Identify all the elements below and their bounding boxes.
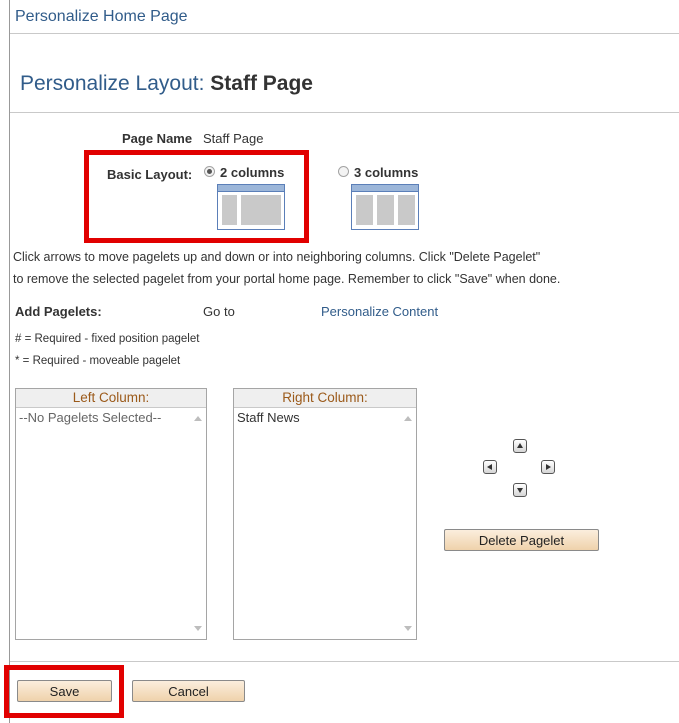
instructions-line-1: Click arrows to move pagelets up and dow… <box>13 250 541 264</box>
instructions-line-2: to remove the selected pagelet from your… <box>13 272 561 286</box>
left-column-listbox[interactable]: Left Column: --No Pagelets Selected-- <box>15 388 207 640</box>
scroll-up-icon[interactable] <box>404 416 412 421</box>
page-title-name: Staff Page <box>210 72 313 95</box>
right-column-listbox[interactable]: Right Column: Staff News <box>233 388 417 640</box>
three-columns-label[interactable]: 3 columns <box>354 165 418 180</box>
three-column-layout-icon[interactable] <box>351 184 419 230</box>
cancel-button[interactable]: Cancel <box>132 680 245 702</box>
right-column-scrollbar[interactable] <box>400 408 416 639</box>
delete-pagelet-button[interactable]: Delete Pagelet <box>444 529 599 551</box>
goto-label: Go to <box>203 304 235 319</box>
list-item[interactable]: Staff News <box>237 410 300 425</box>
title-bar: Personalize Home Page <box>10 0 679 34</box>
page-name-value: Staff Page <box>203 131 264 146</box>
add-pagelets-label: Add Pagelets: <box>15 304 102 319</box>
legend-fixed: # = Required - fixed position pagelet <box>15 333 200 345</box>
page-title: Personalize Layout: Staff Page <box>20 72 313 95</box>
page-name-label: Page Name <box>122 131 193 146</box>
legend-moveable: * = Required - moveable pagelet <box>15 355 181 367</box>
left-column-header: Left Column: <box>16 389 206 407</box>
header-title: Personalize Home Page <box>15 8 188 25</box>
arrow-down-icon[interactable] <box>513 483 527 497</box>
title-divider <box>10 112 679 113</box>
scroll-up-icon[interactable] <box>194 416 202 421</box>
right-column-header: Right Column: <box>234 389 416 407</box>
save-highlight <box>4 665 124 718</box>
left-column-scrollbar[interactable] <box>190 408 206 639</box>
arrow-left-icon[interactable] <box>483 460 497 474</box>
list-item[interactable]: --No Pagelets Selected-- <box>19 410 161 425</box>
personalize-content-link[interactable]: Personalize Content <box>321 304 438 319</box>
basic-layout-highlight <box>84 150 309 243</box>
scroll-down-icon[interactable] <box>194 626 202 631</box>
arrow-right-icon[interactable] <box>541 460 555 474</box>
footer-divider <box>10 661 679 662</box>
scroll-down-icon[interactable] <box>404 626 412 631</box>
three-columns-radio[interactable] <box>338 166 349 177</box>
arrow-up-icon[interactable] <box>513 439 527 453</box>
